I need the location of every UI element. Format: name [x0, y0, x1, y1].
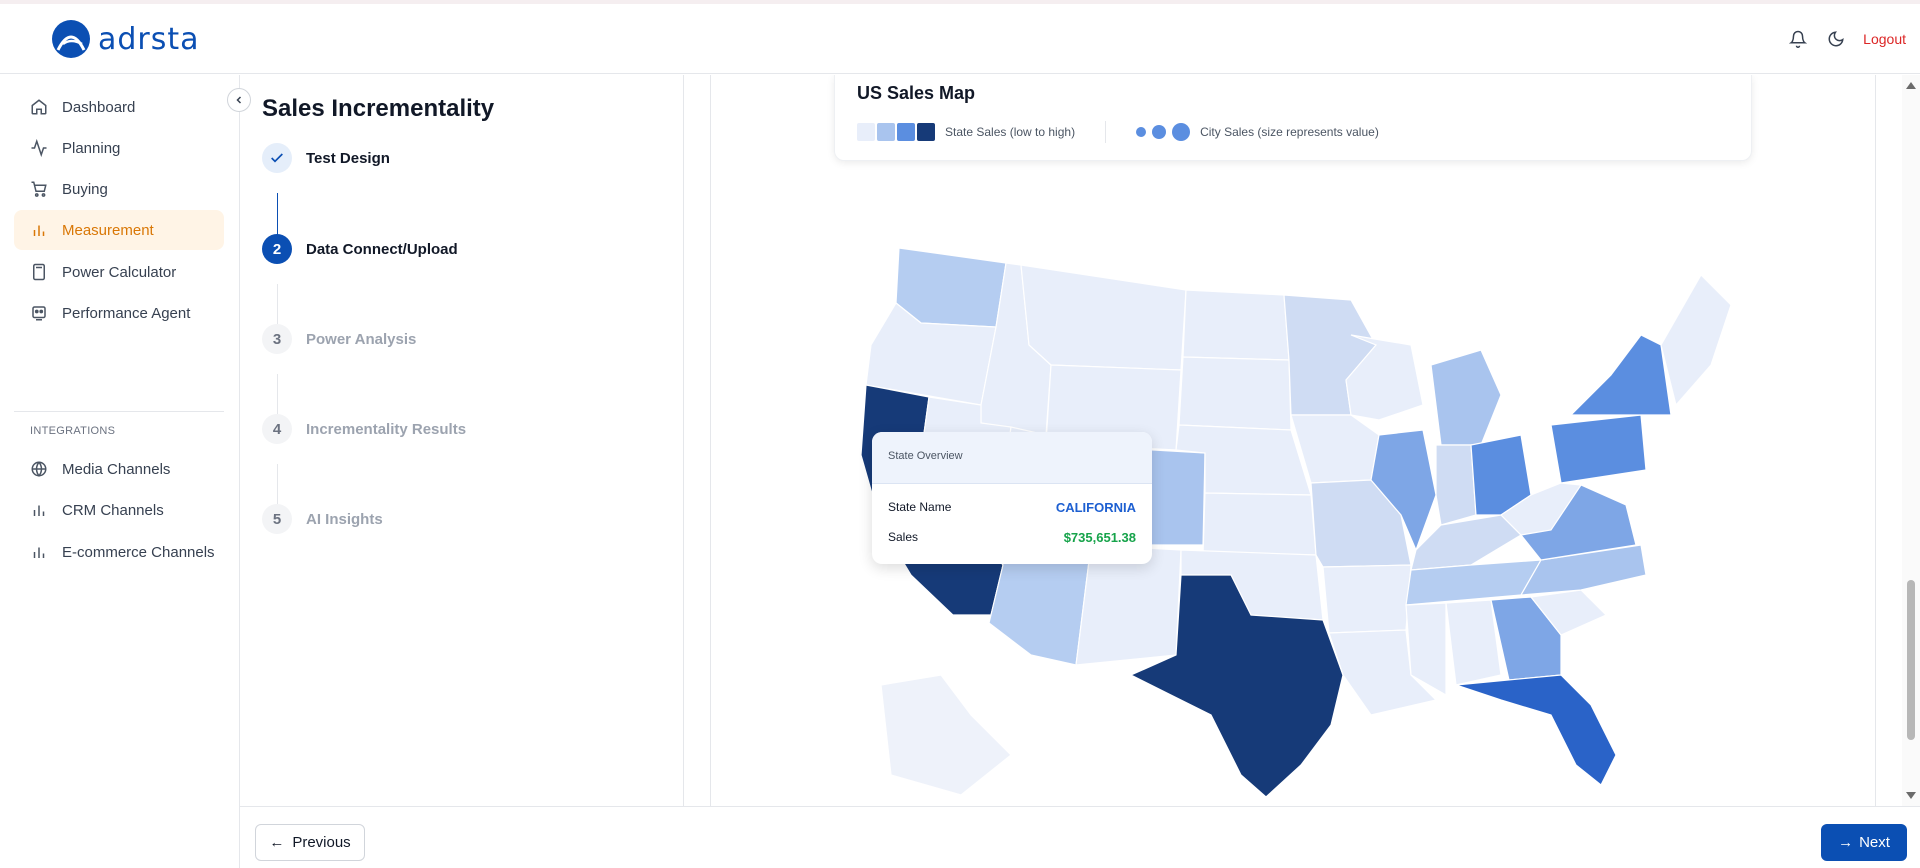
- scroll-down-icon[interactable]: [1902, 788, 1920, 802]
- state-south-dakota[interactable]: [1178, 356, 1292, 431]
- state-tooltip: State Overview State Name CALIFORNIA Sal…: [872, 432, 1152, 564]
- bell-icon[interactable]: [1787, 28, 1809, 50]
- page-title: Sales Incrementality: [262, 95, 495, 122]
- state-alaska: [880, 674, 1012, 796]
- state-new-york[interactable]: [1569, 334, 1672, 416]
- previous-button-label: Previous: [292, 834, 351, 851]
- sidebar-item-power-calculator[interactable]: Power Calculator: [14, 252, 224, 292]
- sidebar-divider: [14, 411, 224, 412]
- step-incrementality-results[interactable]: 4 Incrementality Results: [262, 414, 466, 444]
- bot-icon: [32, 306, 46, 321]
- sidebar-item-label: Planning: [62, 139, 121, 157]
- step-label: AI Insights: [306, 510, 383, 528]
- sidebar-item-label: Media Channels: [62, 460, 171, 478]
- check-icon: [262, 143, 292, 173]
- state-montana[interactable]: [1020, 264, 1187, 371]
- scrollbar-thumb[interactable]: [1907, 580, 1915, 740]
- sidebar-item-label: Power Calculator: [62, 263, 177, 281]
- sidebar: Dashboard Planning Buying Measurement Po…: [0, 75, 240, 868]
- sidebar-collapse-button[interactable]: [227, 88, 251, 112]
- moon-icon[interactable]: [1825, 28, 1847, 50]
- activity-icon: [31, 139, 47, 157]
- step-number: 4: [262, 414, 292, 444]
- sidebar-item-media-channels[interactable]: Media Channels: [14, 449, 224, 489]
- wizard-footer: ← Previous → Next: [240, 806, 1920, 868]
- bar-chart-icon: [33, 225, 45, 236]
- sidebar-section-label: INTEGRATIONS: [30, 425, 116, 437]
- calculator-icon: [33, 263, 45, 281]
- sidebar-item-label: Buying: [62, 180, 108, 198]
- step-ai-insights[interactable]: 5 AI Insights: [262, 504, 383, 534]
- state-kentucky[interactable]: [1410, 514, 1522, 571]
- sidebar-item-measurement[interactable]: Measurement: [14, 210, 224, 250]
- scroll-up-icon[interactable]: [1902, 79, 1920, 93]
- step-data-connect-upload[interactable]: 2 Data Connect/Upload: [262, 234, 458, 264]
- step-number: 5: [262, 504, 292, 534]
- globe-icon: [31, 461, 47, 477]
- sidebar-item-crm-channels[interactable]: CRM Channels: [14, 490, 224, 530]
- bar-chart-icon: [33, 505, 45, 516]
- tooltip-sales-value: $735,651.38: [1063, 529, 1136, 545]
- next-button[interactable]: → Next: [1821, 824, 1907, 861]
- step-label: Power Analysis: [306, 330, 417, 348]
- tooltip-heading: State Overview: [872, 432, 1152, 484]
- tooltip-name-value: CALIFORNIA: [1055, 499, 1136, 515]
- step-label: Incrementality Results: [306, 420, 467, 438]
- home-icon: [31, 99, 47, 115]
- step-power-analysis[interactable]: 3 Power Analysis: [262, 324, 416, 354]
- state-north-dakota[interactable]: [1182, 289, 1290, 361]
- logo-text: adrsta: [98, 21, 200, 57]
- step-connector: [277, 193, 278, 235]
- sidebar-item-label: Measurement: [62, 221, 154, 239]
- sidebar-item-label: E-commerce Channels: [62, 543, 215, 561]
- logo-mark-icon: [52, 20, 90, 58]
- state-arkansas[interactable]: [1322, 564, 1412, 634]
- state-pennsylvania[interactable]: [1550, 414, 1647, 484]
- bar-chart-icon: [33, 547, 45, 558]
- state-alabama[interactable]: [1445, 599, 1502, 686]
- arrow-left-icon: ←: [269, 834, 285, 851]
- step-label: Data Connect/Upload: [306, 240, 458, 258]
- next-button-label: Next: [1859, 834, 1890, 851]
- state-indiana[interactable]: [1435, 444, 1477, 526]
- step-connector: [277, 464, 278, 504]
- state-michigan[interactable]: [1430, 349, 1502, 446]
- state-new-england[interactable]: [1660, 274, 1732, 407]
- state-florida[interactable]: [1455, 674, 1617, 786]
- sidebar-item-label: Dashboard: [62, 98, 136, 116]
- app-header: adrsta Logout: [0, 4, 1920, 74]
- sidebar-item-performance-agent[interactable]: Performance Agent: [14, 293, 224, 333]
- step-number: 2: [262, 234, 292, 264]
- chevron-left-icon: [236, 96, 242, 104]
- state-washington[interactable]: [895, 247, 1007, 328]
- sidebar-item-planning[interactable]: Planning: [14, 128, 224, 168]
- vertical-scrollbar[interactable]: [1902, 75, 1920, 806]
- tooltip-sales-label: Sales: [888, 530, 919, 544]
- step-number: 3: [262, 324, 292, 354]
- sidebar-item-label: CRM Channels: [62, 501, 164, 519]
- logout-link[interactable]: Logout: [1863, 31, 1906, 47]
- sidebar-item-label: Performance Agent: [62, 304, 191, 322]
- logo[interactable]: adrsta: [52, 20, 200, 58]
- previous-button[interactable]: ← Previous: [255, 824, 365, 861]
- sidebar-item-dashboard[interactable]: Dashboard: [14, 87, 224, 127]
- state-kansas[interactable]: [1202, 492, 1317, 556]
- sidebar-item-ecommerce-channels[interactable]: E-commerce Channels: [14, 532, 224, 572]
- step-connector: [277, 374, 278, 414]
- step-test-design[interactable]: Test Design: [262, 143, 390, 173]
- sidebar-item-buying[interactable]: Buying: [14, 169, 224, 209]
- step-connector: [277, 284, 278, 324]
- tooltip-name-label: State Name: [888, 500, 952, 514]
- arrow-right-icon: →: [1838, 834, 1854, 851]
- step-label: Test Design: [306, 149, 390, 167]
- cart-icon: [31, 181, 47, 197]
